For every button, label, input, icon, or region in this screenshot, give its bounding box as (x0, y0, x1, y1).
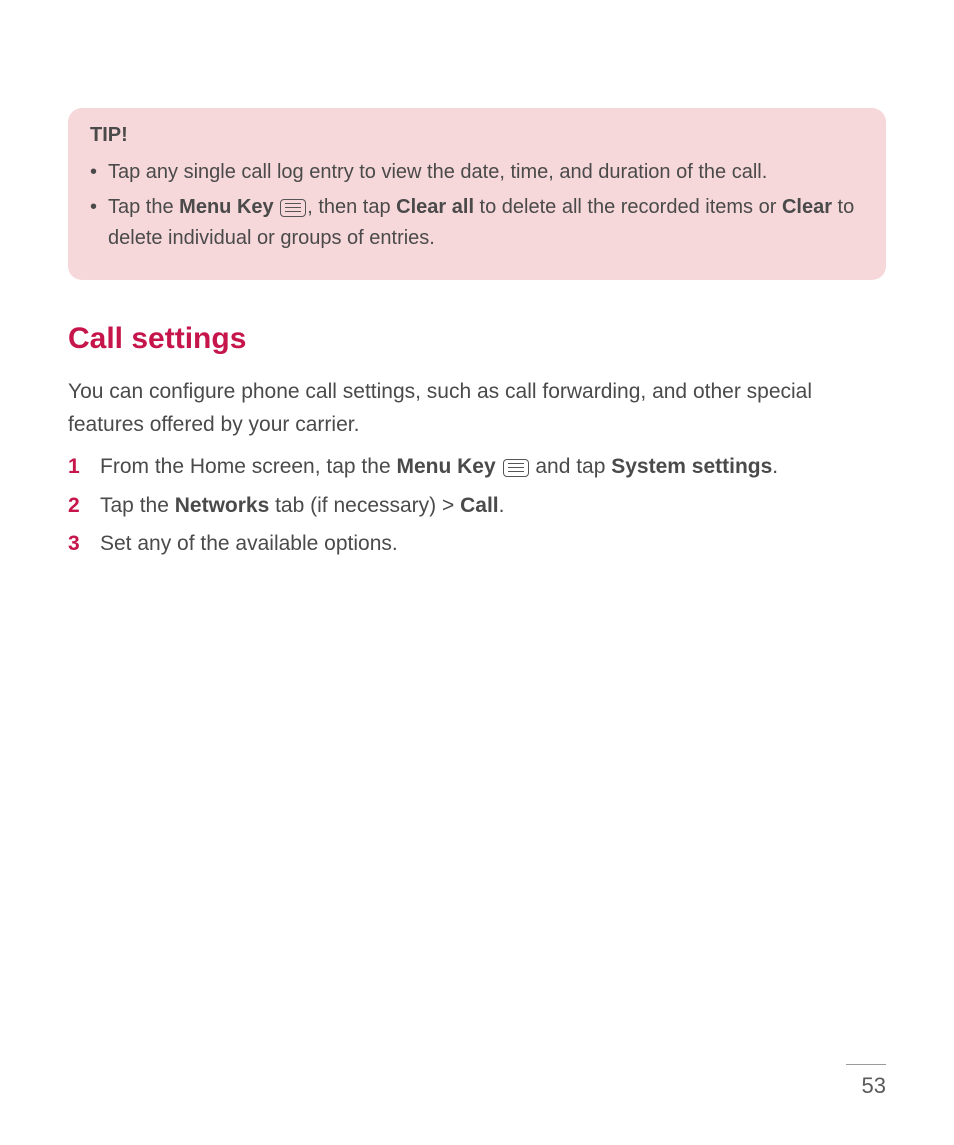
tip-text: Tap any single call log entry to view th… (108, 161, 767, 183)
menu-key-label: Menu Key (396, 455, 495, 478)
page-number: 53 (846, 1064, 886, 1099)
step-item: Tap the Networks tab (if necessary) > Ca… (68, 490, 886, 523)
step-text-part: and tap (530, 455, 612, 478)
system-settings-label: System settings (611, 455, 772, 478)
step-text-part: Tap the (100, 494, 175, 517)
tip-item: Tap the Menu Key , then tap Clear all to… (90, 192, 864, 254)
menu-icon (280, 199, 306, 217)
step-item: Set any of the available options. (68, 528, 886, 561)
tip-box: TIP! Tap any single call log entry to vi… (68, 108, 886, 280)
step-list: From the Home screen, tap the Menu Key a… (68, 451, 886, 561)
step-item: From the Home screen, tap the Menu Key a… (68, 451, 886, 484)
document-page: TIP! Tap any single call log entry to vi… (0, 0, 954, 561)
networks-label: Networks (175, 494, 270, 517)
call-label: Call (460, 494, 499, 517)
step-text: Set any of the available options. (100, 532, 398, 555)
tip-list: Tap any single call log entry to view th… (90, 157, 864, 254)
section-heading: Call settings (68, 322, 886, 356)
clear-label: Clear (782, 196, 832, 218)
tip-heading: TIP! (90, 124, 864, 147)
step-text-part: . (772, 455, 778, 478)
intro-paragraph: You can configure phone call settings, s… (68, 376, 886, 441)
tip-text-part: to delete all the recorded items or (474, 196, 782, 218)
menu-key-label: Menu Key (179, 196, 273, 218)
step-text-part: From the Home screen, tap the (100, 455, 396, 478)
clear-all-label: Clear all (396, 196, 474, 218)
tip-item: Tap any single call log entry to view th… (90, 157, 864, 188)
tip-text-part: Tap the (108, 196, 179, 218)
step-text-part: tab (if necessary) > (269, 494, 460, 517)
menu-icon (503, 459, 529, 477)
tip-text-part: , then tap (307, 196, 396, 218)
step-text-part: . (499, 494, 505, 517)
